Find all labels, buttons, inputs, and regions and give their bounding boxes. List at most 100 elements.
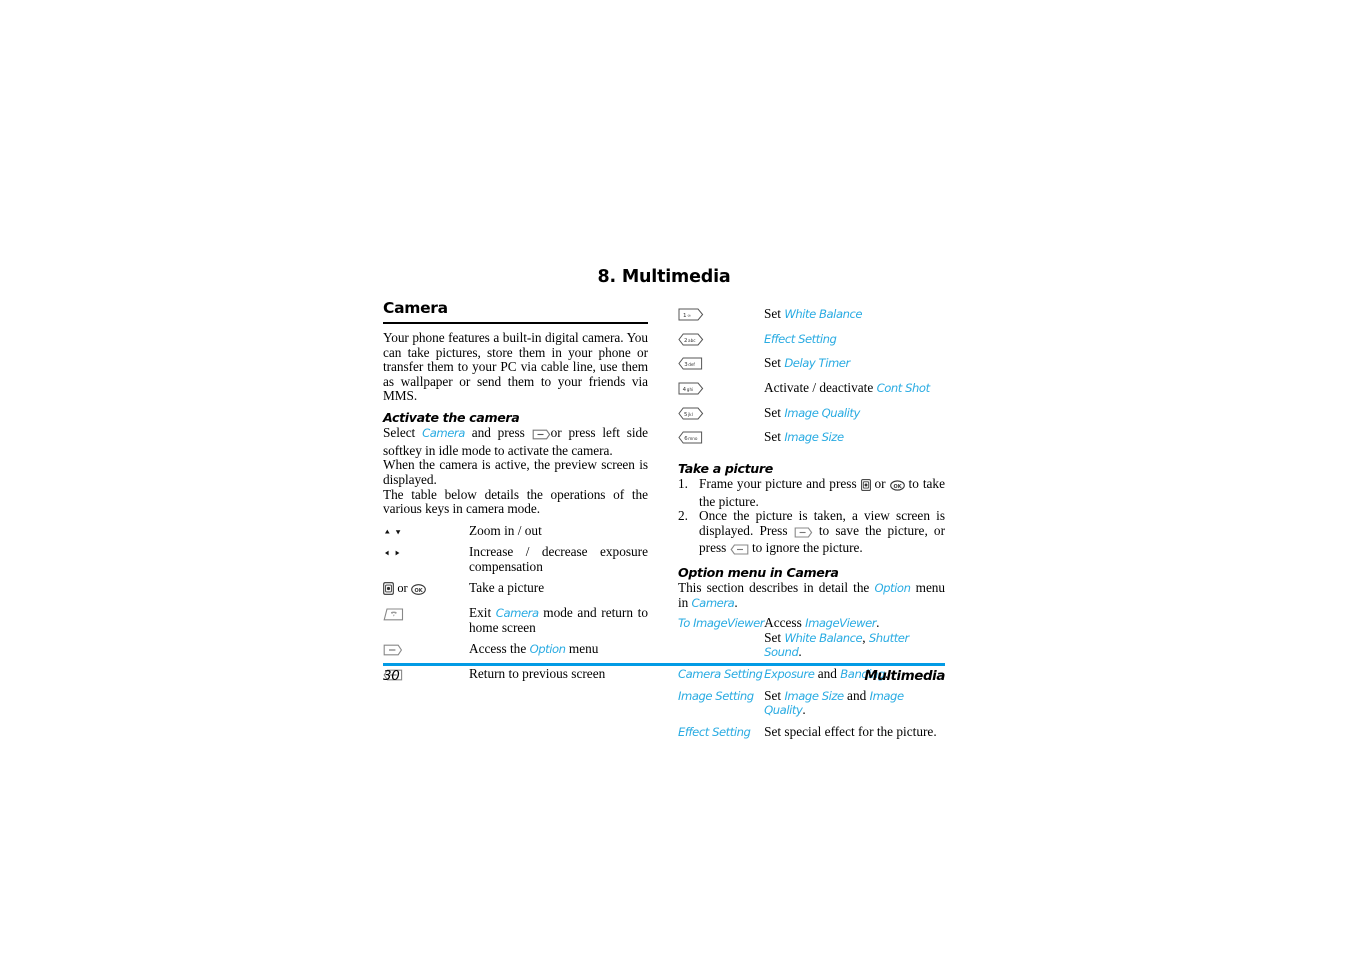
key-description-cell: Increase / decrease exposure compensatio…	[469, 544, 648, 574]
left-softkey-icon	[794, 527, 813, 542]
key-description-cell: Zoom in / out	[469, 522, 542, 538]
svg-text:def: def	[688, 362, 695, 367]
link-cont-shot: Cont Shot	[876, 381, 931, 396]
key-desc-a: Exit	[469, 605, 496, 621]
desc-mid: and	[843, 687, 870, 703]
desc-mid: ,	[862, 629, 869, 645]
key-conjunction-label: or	[397, 581, 408, 596]
key-icon-cell: 4 ghi	[678, 381, 764, 406]
camera-intro-paragraph: Your phone features a built-in digital c…	[383, 330, 648, 404]
link-camera: Camera	[495, 606, 539, 621]
table-row: 4 ghi Activate / deactivate Cont Shot	[678, 380, 945, 406]
footer-divider	[383, 663, 945, 666]
activate-camera-paragraph-1: Select Camera and press or press left si…	[383, 425, 648, 458]
nav-up-down-icon	[383, 524, 409, 539]
keypad-key-4-icon: 4 ghi	[678, 382, 704, 399]
key-desc-prefix: Set	[764, 355, 785, 371]
key-desc-prefix: Activate / deactivate	[764, 380, 877, 396]
chapter-title: 8. Multimedia	[597, 267, 731, 287]
table-row: Effect Setting Set special effect for th…	[678, 723, 945, 747]
link-camera: Camera	[422, 426, 465, 441]
keypad-key-3-icon: 3 def	[678, 357, 704, 374]
link-image-size: Image Size	[784, 430, 844, 445]
link-imageviewer: ImageViewer	[805, 616, 877, 631]
table-row: 3 def Set Delay Timer	[678, 356, 945, 381]
activate-text-b: and press	[464, 425, 532, 441]
option-menu-item-cell[interactable]: Effect Setting	[678, 725, 764, 747]
option-menu-item-cell[interactable]: To ImageViewer	[678, 616, 765, 667]
option-desc-line: Set Image Size and Image Quality.	[764, 687, 945, 718]
desc-suffix: .	[802, 702, 806, 718]
key-icon-cell: 5 jkl	[678, 406, 764, 431]
footer-section-name: Multimedia	[864, 669, 945, 684]
svg-text:2: 2	[684, 338, 687, 344]
link-white-balance: White Balance	[784, 630, 863, 645]
take-picture-steps-list: Frame your picture and press or OK to ta…	[678, 475, 945, 559]
table-row: To ImageViewer Access ImageViewer. Set W…	[678, 615, 945, 667]
key-desc-prefix: Set	[764, 404, 785, 420]
keypad-key-5-icon: 5 jkl	[678, 407, 704, 424]
link-option: Option	[874, 581, 911, 595]
option-desc-line: Access ImageViewer.	[764, 615, 945, 631]
key-icon-cell: 2 abc	[678, 332, 764, 357]
svg-text:∞: ∞	[687, 314, 691, 319]
keypad-key-1-icon: 1 ∞	[678, 308, 704, 325]
key-desc-b: menu	[565, 641, 599, 657]
key-description-cell: Set Image Size	[764, 429, 945, 455]
list-item: Frame your picture and press or OK to ta…	[678, 475, 945, 509]
link-effect-setting: Effect Setting	[764, 331, 837, 346]
intro-text-a: This section describes in detail the	[678, 580, 875, 595]
ok-key-icon: OK	[411, 584, 426, 599]
table-row: Exit Camera mode and return to home scre…	[383, 605, 648, 642]
key-icon-cell	[383, 524, 469, 546]
desc-prefix: Access	[764, 615, 806, 631]
key-icon-cell: 3 def	[678, 356, 764, 381]
link-white-balance: White Balance	[784, 307, 863, 322]
key-description-cell: Set White Balance	[764, 306, 945, 332]
link-option: Option	[529, 642, 566, 657]
table-row: Image Setting Set Image Size and Image Q…	[678, 687, 945, 725]
menu-item-image-setting[interactable]: Image Setting	[678, 689, 754, 703]
key-icon-cell	[383, 606, 469, 642]
key-description-cell: Effect Setting	[764, 332, 945, 357]
page-footer: 30 Multimedia	[383, 663, 945, 684]
nav-left-right-icon	[383, 545, 409, 560]
desc-prefix: Set special effect for the picture.	[764, 723, 937, 739]
intro-text-c: .	[734, 594, 738, 610]
key-description-cell: Exit Camera mode and return to home scre…	[469, 605, 648, 642]
table-row: 2 abc Effect Setting	[678, 332, 945, 357]
key-icon-cell: or OK	[383, 581, 469, 606]
menu-item-to-imageviewer[interactable]: To ImageViewer	[678, 616, 765, 630]
table-row: 6 mno Set Image Size	[678, 429, 945, 455]
section-heading-camera: Camera	[383, 299, 448, 318]
key-description-cell: Take a picture	[469, 580, 545, 596]
desc-suffix: .	[876, 615, 880, 631]
svg-text:abc: abc	[688, 338, 696, 343]
ok-key-icon: OK	[889, 480, 905, 495]
key-desc-prefix: Set	[764, 429, 785, 445]
right-softkey-icon	[730, 544, 749, 559]
svg-text:jkl: jkl	[687, 412, 693, 417]
step1-text-b: or	[870, 475, 890, 491]
option-menu-description-cell: Access ImageViewer. Set White Balance, S…	[764, 615, 945, 667]
left-softkey-icon	[532, 429, 551, 444]
key-desc-prefix: Set	[764, 306, 785, 322]
svg-text:OK: OK	[893, 484, 902, 490]
table-row: Increase / decrease exposure compensatio…	[383, 544, 648, 581]
step1-text-a: Frame your picture and press	[699, 475, 861, 491]
activate-camera-paragraph-3: The table below details the operations o…	[383, 486, 648, 517]
menu-item-effect-setting[interactable]: Effect Setting	[678, 725, 751, 739]
option-menu-item-cell[interactable]: Image Setting	[678, 689, 764, 725]
activate-camera-paragraph-2: When the camera is active, the preview s…	[383, 457, 648, 487]
camera-key-icon	[860, 479, 871, 495]
table-row: 5 jkl Set Image Quality	[678, 404, 945, 431]
option-desc-line: Set White Balance, Shutter Sound.	[764, 629, 945, 660]
link-camera: Camera	[691, 595, 735, 610]
link-delay-timer: Delay Timer	[784, 356, 850, 371]
svg-text:OK: OK	[414, 588, 423, 594]
key-desc-a: Access the	[469, 641, 530, 657]
end-call-key-icon	[383, 608, 404, 625]
numeric-key-operations-table: 1 ∞ Set White Balance 2 abc Effect Setting…	[678, 306, 945, 455]
svg-text:5: 5	[684, 412, 687, 418]
subsection-heading-activate-camera: Activate the camera	[383, 410, 520, 426]
